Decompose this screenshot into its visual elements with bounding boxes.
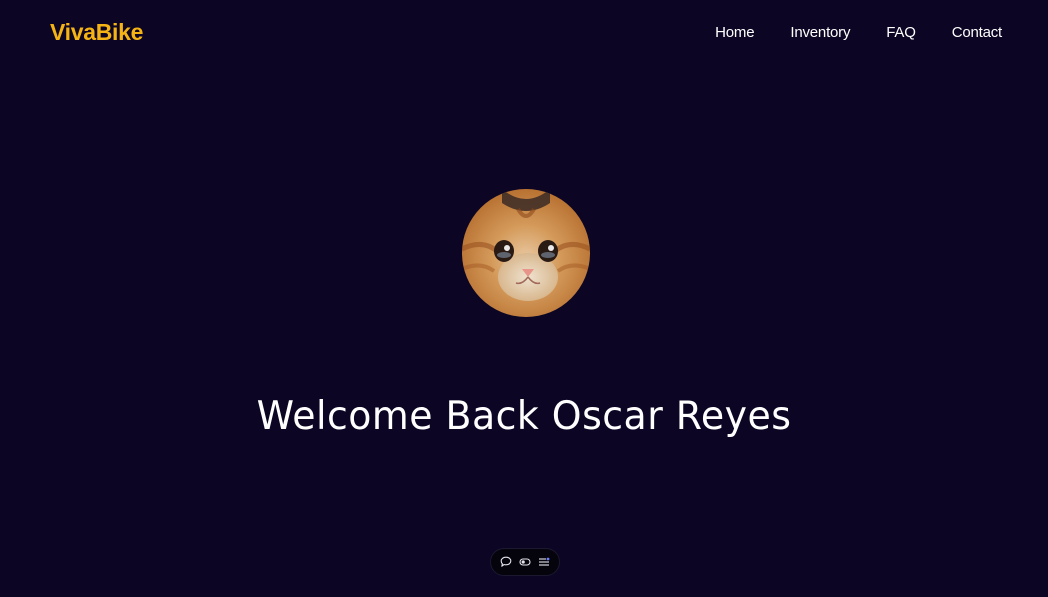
welcome-heading: Welcome Back Oscar Reyes	[256, 394, 792, 439]
cat-avatar-icon	[462, 189, 590, 317]
list-settings-icon[interactable]	[536, 554, 552, 570]
toggle-icon[interactable]	[517, 554, 533, 570]
floating-toolbar	[490, 548, 560, 576]
nav-link-home[interactable]: Home	[715, 24, 754, 41]
nav-link-faq[interactable]: FAQ	[886, 24, 916, 41]
navbar: VivaBike Home Inventory FAQ Contact	[0, 0, 1048, 66]
nav-link-inventory[interactable]: Inventory	[790, 24, 850, 41]
comment-icon[interactable]	[498, 554, 514, 570]
brand-logo[interactable]: VivaBike	[50, 19, 143, 46]
nav-link-contact[interactable]: Contact	[952, 24, 1002, 41]
user-avatar	[462, 189, 590, 317]
nav-links: Home Inventory FAQ Contact	[679, 24, 1002, 41]
